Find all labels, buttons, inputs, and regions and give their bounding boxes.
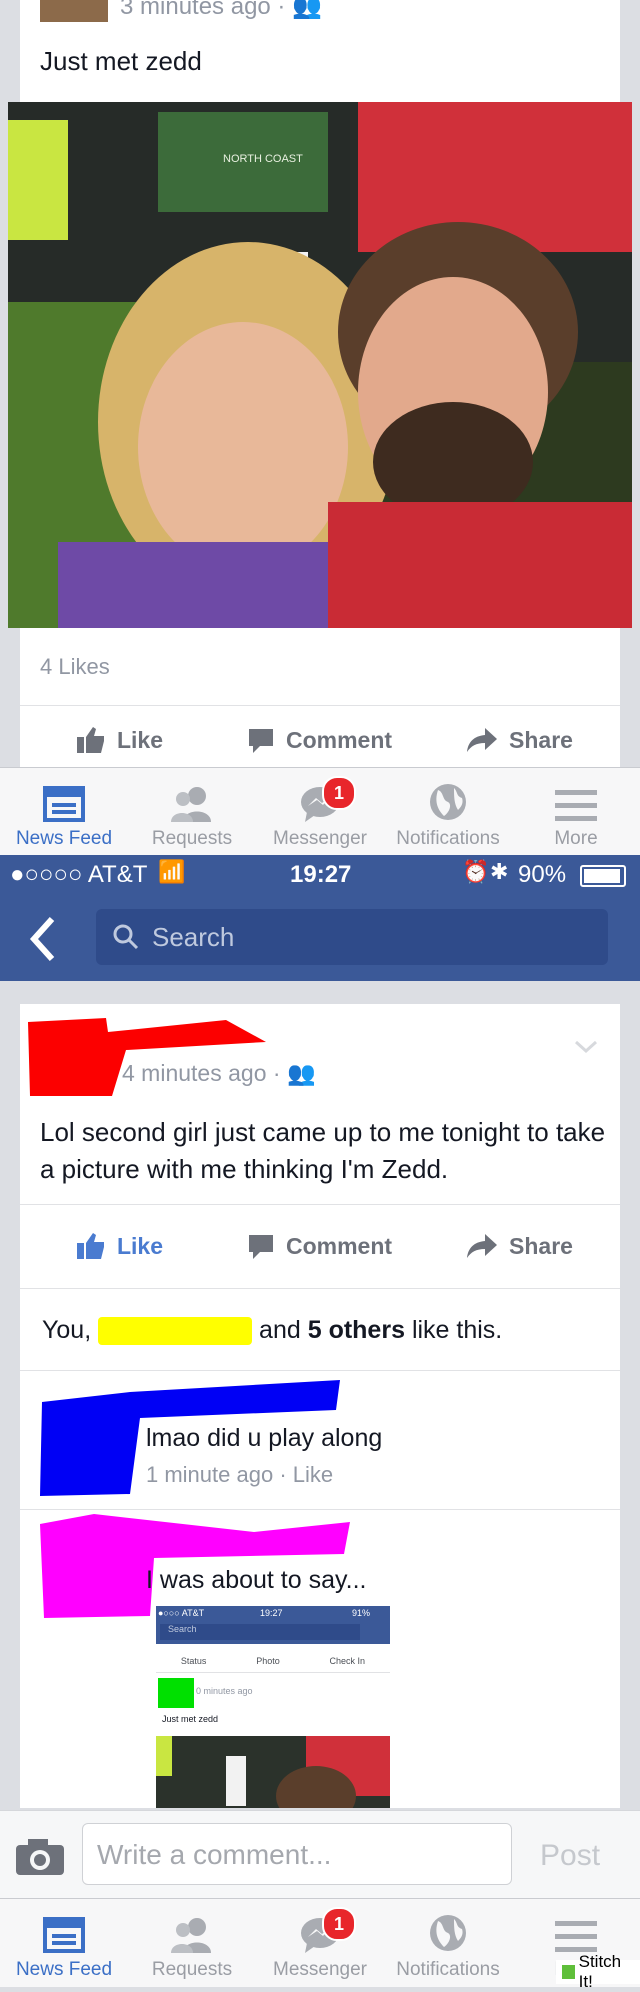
bottom-tab-bar: News Feed Requests Messenger 1 Notificat…	[0, 1898, 640, 1987]
chevron-down-icon[interactable]	[574, 1040, 598, 1054]
news-feed-icon	[43, 1917, 85, 1953]
top-action-bar: Like Comment Share	[20, 714, 620, 766]
camera-icon[interactable]	[14, 1837, 66, 1877]
zedd-photo: NORTH COAST	[8, 102, 632, 628]
bluetooth-icon: ✱	[490, 859, 509, 884]
tab-requests[interactable]: Requests	[128, 768, 256, 856]
share-button[interactable]: Share	[420, 727, 620, 754]
embedded-photo	[156, 1736, 390, 1808]
status-bar: ●○○○○ AT&T 📶 19:27 ⏰ ✱ 90%	[0, 855, 640, 895]
divider	[20, 1370, 620, 1371]
tab-requests[interactable]: Requests	[128, 1899, 256, 1987]
thumbs-up-icon	[76, 1233, 104, 1259]
comment-text: I was about to say...	[146, 1566, 367, 1594]
redacted-author	[158, 1678, 194, 1708]
friends-icon: 👥	[292, 0, 322, 20]
embedded-carrier: ●○○○ AT&T	[158, 1608, 205, 1618]
post-card: 4 minutes ago · 👥 Lol second girl just c…	[20, 1004, 620, 1808]
comment-like-link[interactable]: Like	[293, 1462, 333, 1487]
post-text: Lol second girl just came up to me tonig…	[40, 1117, 606, 1184]
globe-icon	[430, 784, 466, 820]
thumbs-up-icon	[76, 727, 104, 753]
news-feed-icon	[43, 786, 85, 822]
post-button[interactable]: Post	[540, 1839, 600, 1873]
likes-count[interactable]: 4 Likes	[40, 654, 110, 680]
tab-news-feed[interactable]: News Feed	[0, 1899, 128, 1987]
friends-icon: 👥	[286, 1060, 316, 1086]
embedded-screenshot[interactable]: ●○○○ AT&T 19:27 91% Search Status Photo Ch…	[156, 1606, 390, 1808]
like-button[interactable]: Like	[20, 1233, 220, 1260]
app-logo-icon	[562, 1965, 575, 1979]
divider	[20, 705, 620, 706]
top-tab-bar: News Feed Requests Messenger 1 Notificat…	[0, 767, 640, 856]
comment-icon	[248, 1235, 273, 1259]
embedded-post-text: Just met zedd	[162, 1714, 219, 1724]
search-icon	[113, 924, 139, 950]
search-input[interactable]: Search	[96, 909, 608, 965]
embedded-clock: 19:27	[260, 1608, 283, 1618]
divider	[20, 1288, 620, 1289]
share-arrow-icon	[467, 728, 498, 752]
divider	[20, 1509, 620, 1510]
share-arrow-icon	[467, 1234, 498, 1258]
like-button[interactable]: Like	[20, 727, 220, 754]
comment-meta: 1 minute ago · Like	[146, 1462, 334, 1487]
notification-badge: 1	[322, 1907, 356, 1941]
notification-badge: 1	[322, 776, 356, 810]
globe-icon	[430, 1915, 466, 1951]
divider	[20, 1204, 620, 1205]
comment-icon	[248, 729, 273, 753]
post-timestamp: 3 minutes ago · 👥	[120, 0, 322, 21]
tab-notifications[interactable]: Notifications	[384, 1899, 512, 1987]
requests-icon	[171, 787, 211, 822]
tab-more[interactable]: More	[512, 768, 640, 856]
tab-notifications[interactable]: Notifications	[384, 768, 512, 856]
nav-bar: Search	[0, 895, 640, 981]
wifi-icon: 📶	[158, 859, 186, 884]
menu-icon	[555, 790, 597, 821]
share-button[interactable]: Share	[420, 1233, 620, 1260]
avatar[interactable]	[40, 0, 108, 22]
tab-news-feed[interactable]: News Feed	[0, 768, 128, 856]
comment-input[interactable]: Write a comment...	[82, 1823, 512, 1885]
carrier: ●○○○○ AT&T	[10, 861, 148, 888]
post-text: Just met zedd	[40, 46, 202, 76]
photo-banner: NORTH COAST	[223, 153, 303, 165]
redacted-author	[28, 1018, 266, 1096]
embedded-timestamp: 0 minutes ago	[196, 1686, 253, 1696]
alarm-icon: ⏰	[462, 859, 490, 884]
watermark: Stitch It!	[556, 1952, 640, 1991]
requests-icon	[171, 1918, 211, 1953]
battery-percent: 90%	[518, 861, 567, 888]
comment-text: lmao did u play along	[146, 1424, 383, 1452]
likes-summary[interactable]: You, and 5 others like this.	[42, 1316, 502, 1346]
embedded-composer: Status Photo Check In	[156, 1650, 390, 1673]
tab-messenger[interactable]: Messenger 1	[256, 1899, 384, 1987]
comment-button[interactable]: Comment	[220, 1233, 420, 1260]
clock: 19:27	[290, 861, 352, 888]
comment-button[interactable]: Comment	[220, 727, 420, 754]
menu-icon	[555, 1921, 597, 1952]
back-chevron-icon[interactable]	[28, 917, 58, 961]
redacted-name	[98, 1317, 253, 1346]
embedded-battery: 91%	[352, 1608, 371, 1618]
embedded-status-bar: ●○○○ AT&T 19:27 91%	[156, 1606, 390, 1620]
embedded-search: Search	[156, 1620, 390, 1644]
post-photo[interactable]: NORTH COAST	[8, 102, 632, 628]
tab-messenger[interactable]: Messenger 1	[256, 768, 384, 856]
battery-icon	[580, 865, 626, 887]
post-timestamp: 4 minutes ago · 👥	[122, 1060, 316, 1086]
comment-composer: Write a comment... Post	[0, 1810, 640, 1899]
